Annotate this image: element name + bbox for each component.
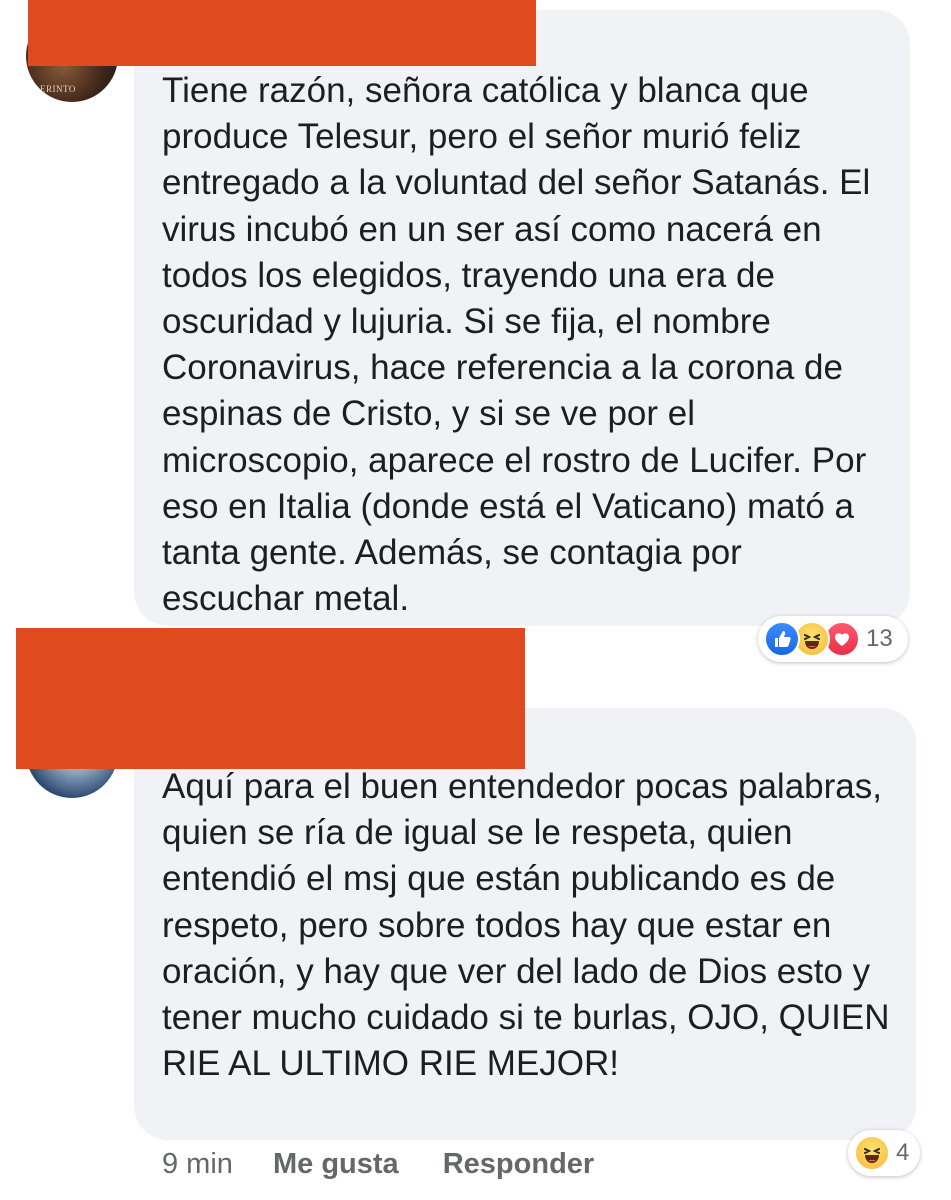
reply-button[interactable]: Responder — [443, 1148, 594, 1180]
reaction-count: 4 — [896, 1139, 910, 1166]
reaction-count: 13 — [866, 625, 893, 652]
reaction-summary[interactable]: 4 — [848, 1130, 920, 1176]
comment-bubble: Tiene razón, señora católica y blanca qu… — [134, 10, 910, 626]
redacted-username — [16, 628, 525, 769]
haha-icon — [854, 1135, 890, 1171]
comment-actions: 9 min Me gusta Responder — [162, 1148, 630, 1181]
avatar-logo-text: ERINTO — [40, 84, 76, 94]
comment-timestamp: 9 min — [162, 1148, 233, 1180]
like-icon — [764, 621, 800, 657]
reaction-summary[interactable]: 13 — [758, 616, 908, 662]
comment-text: Tiene razón, señora católica y blanca qu… — [162, 71, 871, 619]
comment-text: Aquí para el buen entendedor pocas palab… — [162, 767, 890, 1084]
comment-bubble: Aquí para el buen entendedor pocas palab… — [134, 708, 916, 1140]
like-button[interactable]: Me gusta — [273, 1148, 399, 1180]
redacted-username — [28, 0, 536, 66]
